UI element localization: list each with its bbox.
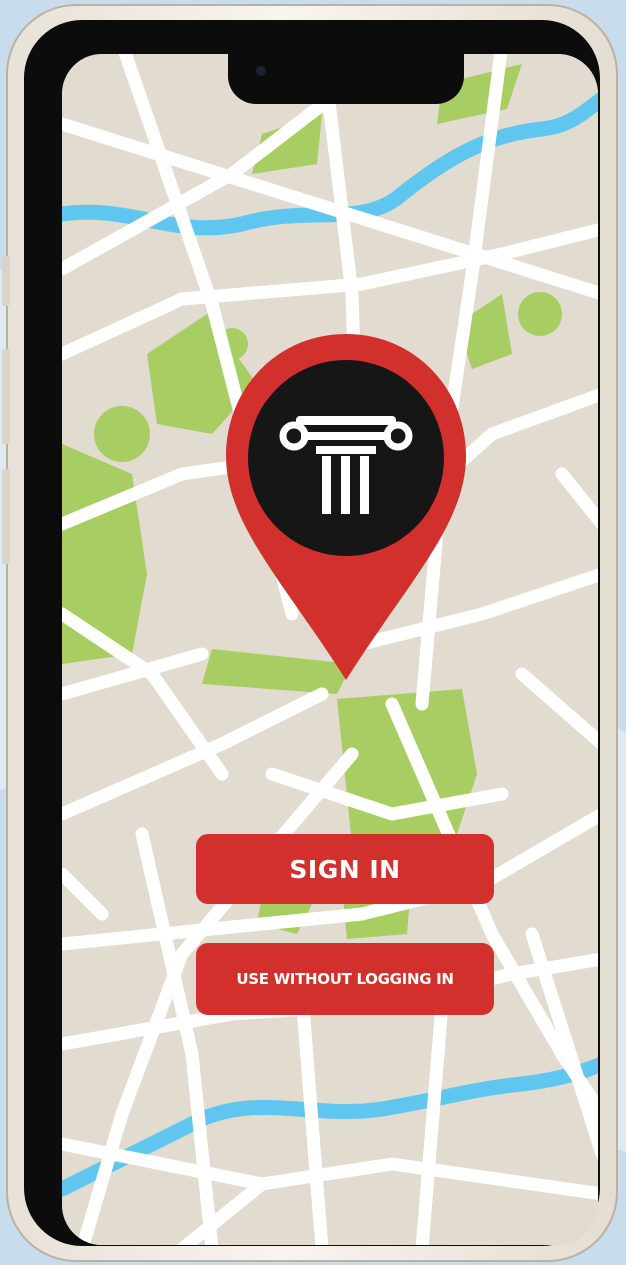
phone-side-button <box>2 469 10 564</box>
map-pin-icon <box>226 334 466 680</box>
app-screen: SIGN IN USE WITHOUT LOGGING IN <box>62 54 598 1245</box>
phone-frame: SIGN IN USE WITHOUT LOGGING IN <box>2 4 618 1262</box>
phone-notch <box>228 54 464 104</box>
phone-side-button <box>2 256 10 306</box>
screen-bezel: SIGN IN USE WITHOUT LOGGING IN <box>24 20 600 1246</box>
front-camera <box>256 66 266 76</box>
use-without-login-button[interactable]: USE WITHOUT LOGGING IN <box>196 943 494 1015</box>
sign-in-button[interactable]: SIGN IN <box>196 834 494 904</box>
phone-side-button <box>2 349 10 444</box>
